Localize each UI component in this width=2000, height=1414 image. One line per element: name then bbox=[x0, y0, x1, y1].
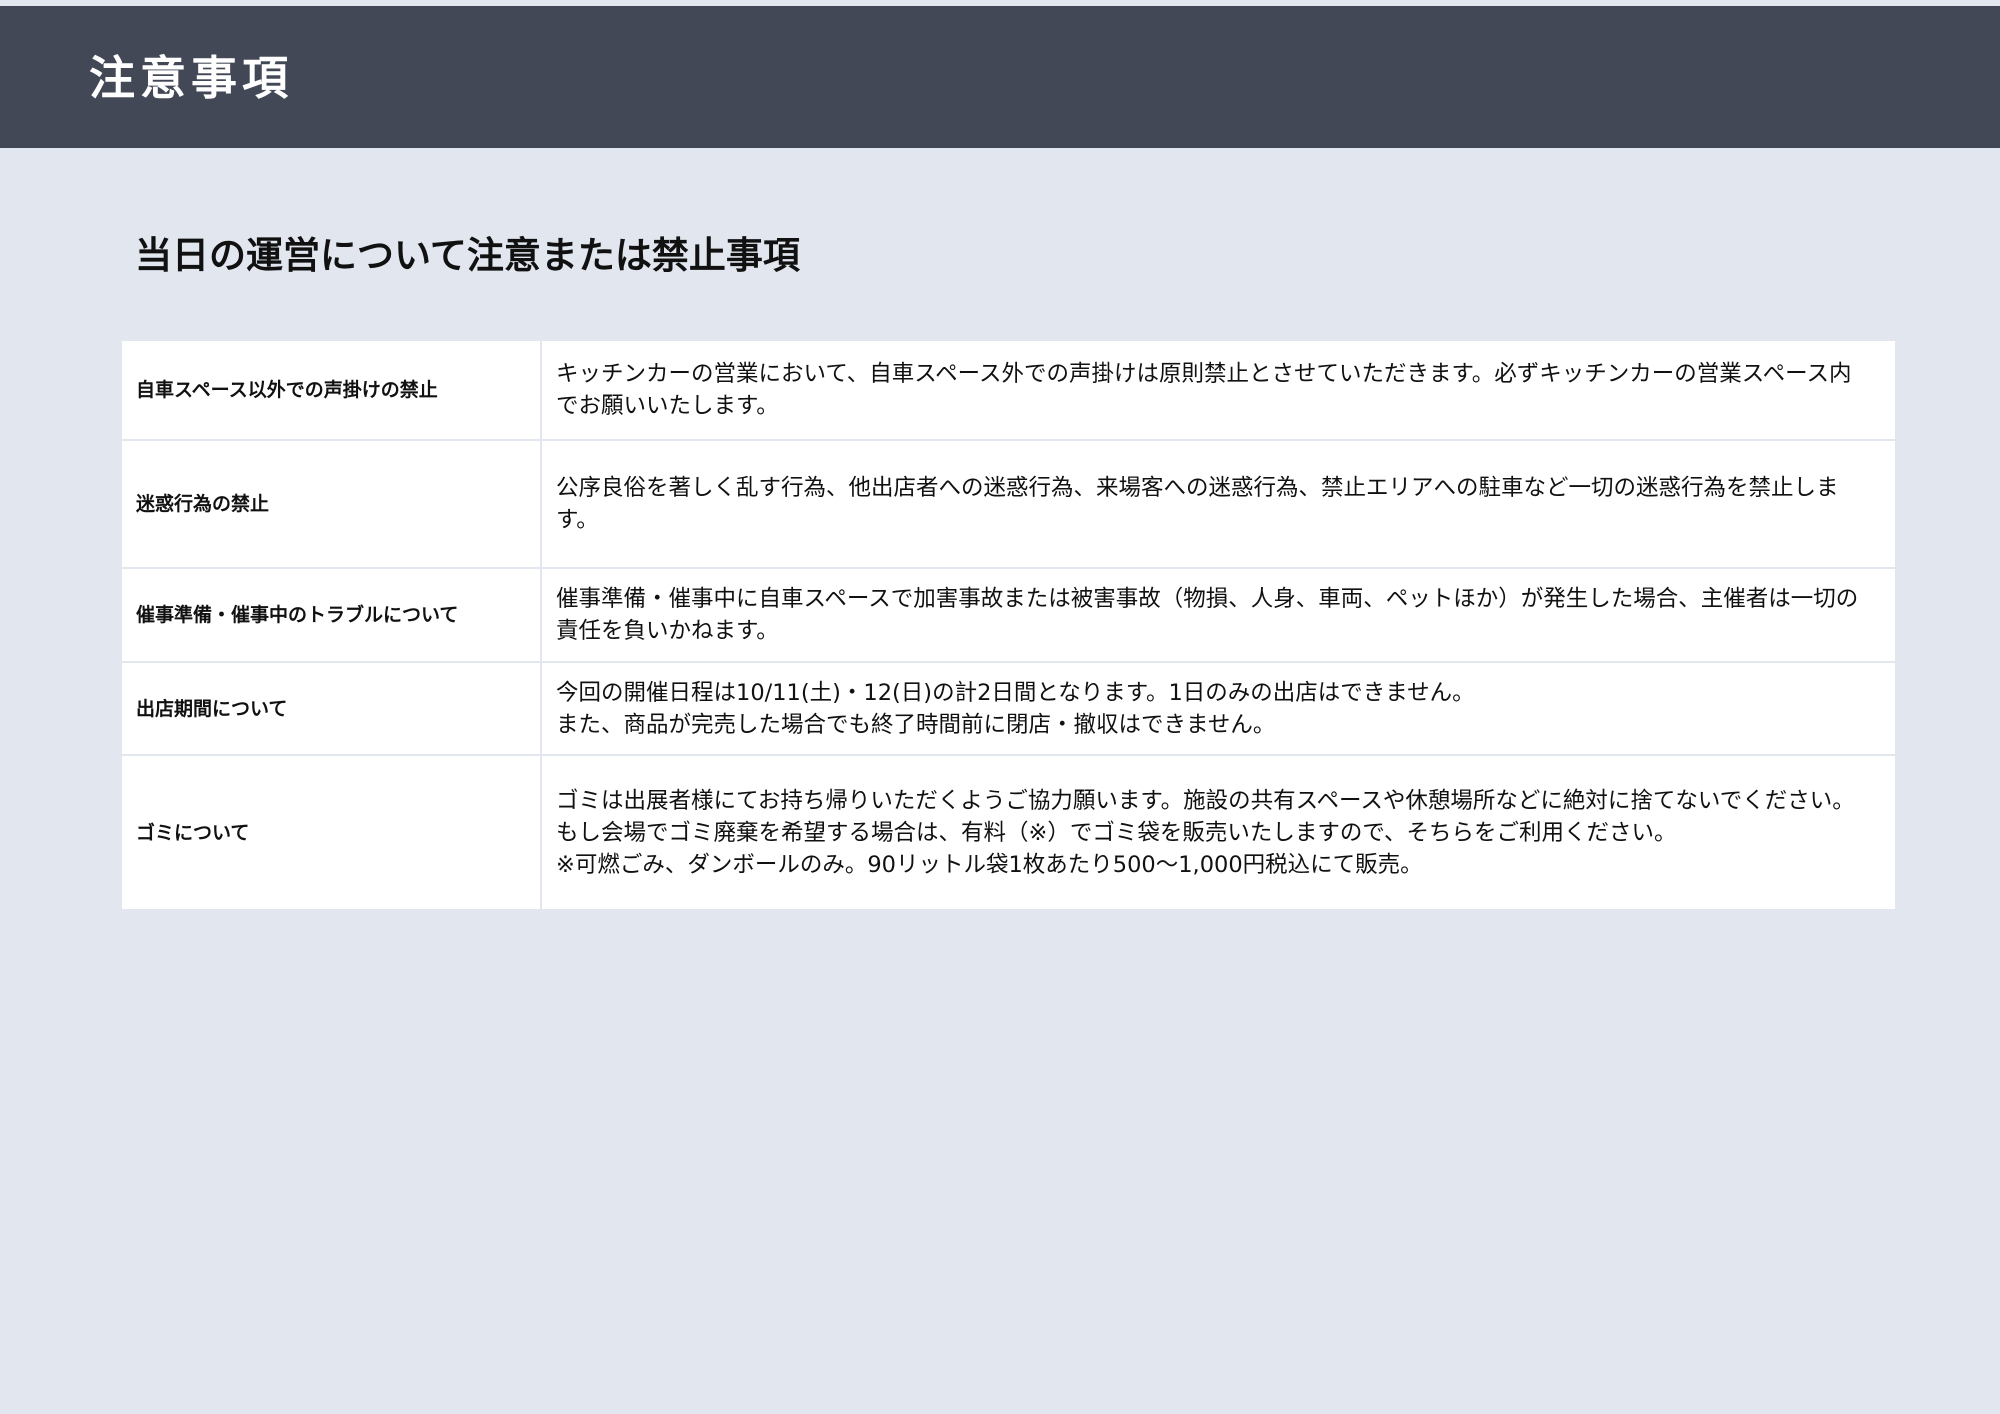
notice-table: 自車スペース以外での声掛けの禁止 キッチンカーの営業において、自車スペース外での… bbox=[120, 339, 1897, 911]
row-label: ゴミについて bbox=[120, 754, 542, 911]
page-header: 注意事項 bbox=[0, 6, 2000, 148]
row-description: ゴミは出展者様にてお持ち帰りいただくようご協力願います。施設の共有スペースや休憩… bbox=[540, 754, 1897, 911]
description-line: ゴミは出展者様にてお持ち帰りいただくようご協力願います。施設の共有スペースや休憩… bbox=[556, 787, 1855, 814]
row-label: 自車スペース以外での声掛けの禁止 bbox=[120, 339, 542, 441]
row-label: 催事準備・催事中のトラブルについて bbox=[120, 567, 542, 663]
table-row: ゴミについて ゴミは出展者様にてお持ち帰りいただくようご協力願います。施設の共有… bbox=[120, 754, 1897, 911]
row-label: 迷惑行為の禁止 bbox=[120, 439, 542, 569]
description-line: ※可燃ごみ、ダンボールのみ。90リットル袋1枚あたり500〜1,000円税込にて… bbox=[556, 851, 1423, 878]
description-line: また、商品が完売した場合でも終了時間前に閉店・撤収はできません。 bbox=[556, 711, 1276, 738]
table-row: 迷惑行為の禁止 公序良俗を著しく乱す行為、他出店者への迷惑行為、来場客への迷惑行… bbox=[120, 439, 1897, 569]
page-title: 注意事項 bbox=[89, 51, 293, 105]
description-line: キッチンカーの営業において、自車スペース外での声掛けは原則禁止とさせていただきま… bbox=[556, 361, 1852, 419]
row-description: 公序良俗を著しく乱す行為、他出店者への迷惑行為、来場客への迷惑行為、禁止エリアへ… bbox=[540, 439, 1897, 569]
section-title: 当日の運営について注意または禁止事項 bbox=[135, 234, 800, 277]
description-line: 催事準備・催事中に自車スペースで加害事故または被害事故（物損、人身、車両、ペット… bbox=[556, 586, 1859, 644]
table-row: 自車スペース以外での声掛けの禁止 キッチンカーの営業において、自車スペース外での… bbox=[120, 339, 1897, 441]
table-row: 催事準備・催事中のトラブルについて 催事準備・催事中に自車スペースで加害事故また… bbox=[120, 567, 1897, 663]
description-line: 今回の開催日程は10/11(土)・12(日)の計2日間となります。1日のみの出店… bbox=[556, 679, 1475, 706]
description-line: もし会場でゴミ廃棄を希望する場合は、有料（※）でゴミ袋を販売いたしますので、そち… bbox=[556, 819, 1677, 846]
description-line: 公序良俗を著しく乱す行為、他出店者への迷惑行為、来場客への迷惑行為、禁止エリアへ… bbox=[556, 475, 1839, 533]
row-description: 今回の開催日程は10/11(土)・12(日)の計2日間となります。1日のみの出店… bbox=[540, 661, 1897, 756]
table-row: 出店期間について 今回の開催日程は10/11(土)・12(日)の計2日間となりま… bbox=[120, 661, 1897, 756]
row-description: 催事準備・催事中に自車スペースで加害事故または被害事故（物損、人身、車両、ペット… bbox=[540, 567, 1897, 663]
row-label: 出店期間について bbox=[120, 661, 542, 756]
row-description: キッチンカーの営業において、自車スペース外での声掛けは原則禁止とさせていただきま… bbox=[540, 339, 1897, 441]
